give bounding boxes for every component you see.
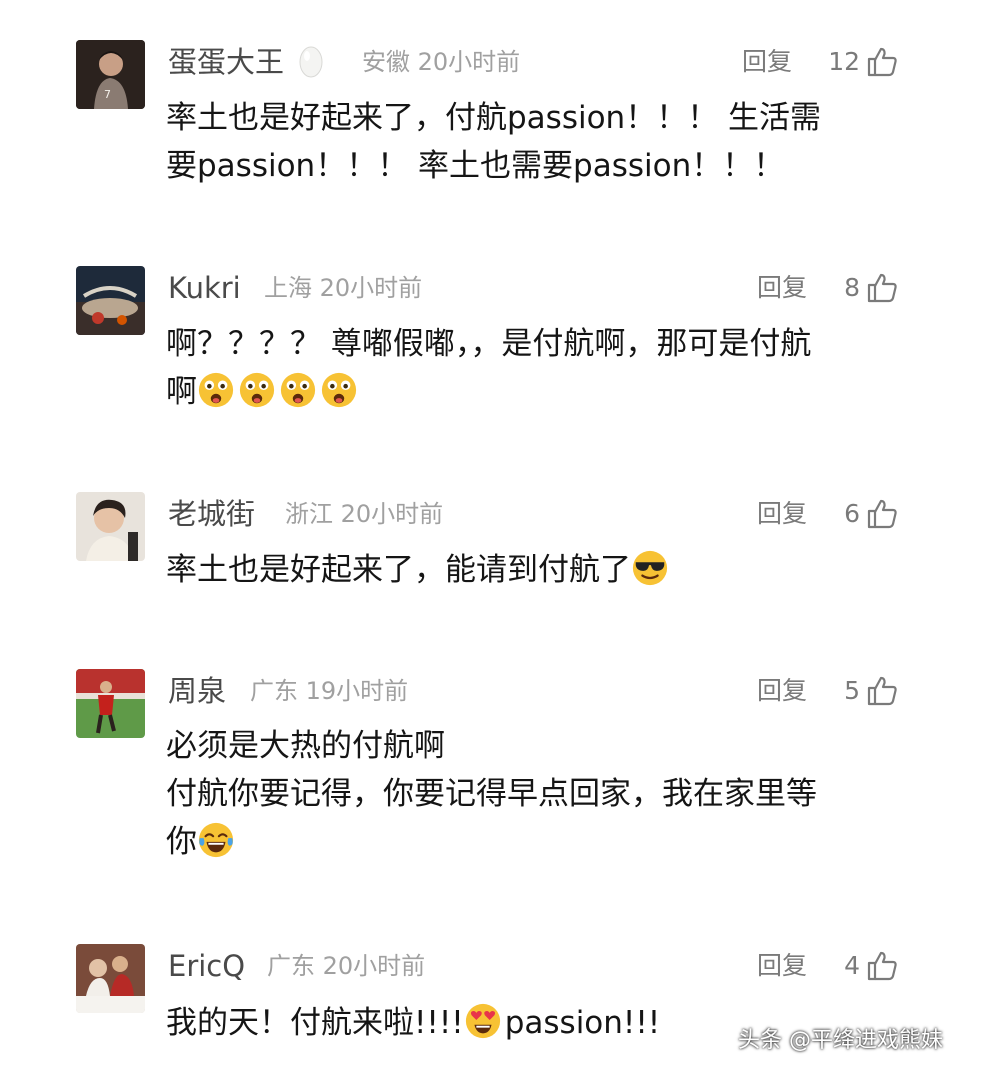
heart-eyes-emoji-icon [464,1002,502,1040]
location: 上海 [264,274,312,302]
comment-text: 率土也是好起来了，付航passion！！！ 生活需 要passion！！！ 率土… [166,100,822,184]
thumb-up-icon[interactable] [866,272,898,304]
avatar[interactable] [76,266,145,335]
avatar[interactable] [76,669,145,738]
username[interactable]: 周泉 [168,671,226,711]
avatar[interactable]: 7 [76,40,145,109]
location: 广东 [267,952,315,980]
like-count: 4 [844,951,860,980]
thumb-up-icon[interactable] [866,46,898,78]
timestamp: 20小时前 [417,48,521,76]
comment-text: 率土也是好起来了，能请到付航了 [166,546,906,594]
username[interactable]: EricQ [168,946,245,986]
thumb-up-icon[interactable] [866,950,898,982]
sunglasses-face-emoji-icon [631,549,669,587]
username[interactable]: 老城街 [168,494,255,534]
timestamp: 20小时前 [322,952,426,980]
location-time: 广东 19小时前 [250,671,408,711]
svg-text:7: 7 [104,88,111,101]
location-time: 安徽 20小时前 [362,42,520,82]
location-time: 广东 20小时前 [267,946,425,986]
like-count: 5 [844,676,860,705]
like-count: 6 [844,499,860,528]
username[interactable]: 蛋蛋大王 [168,42,323,82]
like-count: 8 [844,273,860,302]
thumb-up-icon[interactable] [866,675,898,707]
astonished-face-emoji-icon [320,371,358,409]
tears-of-joy-emoji-icon [197,821,235,859]
astonished-face-emoji-icon [238,371,276,409]
timestamp: 20小时前 [319,274,423,302]
reply-button[interactable]: 回复 [742,42,792,82]
username[interactable]: Kukri [168,268,241,308]
timestamp: 19小时前 [305,677,409,705]
comment-text: 啊？？？？ 尊嘟假嘟，，是付航啊，那可是付航 啊 [166,326,812,410]
astonished-face-emoji-icon [197,371,235,409]
location: 安徽 [362,48,410,76]
avatar[interactable] [76,944,145,1013]
comment-text: 必须是大热的付航啊 付航你要记得，你要记得早点回家，我在家里等 你 [166,728,817,860]
watermark: 头条 @平绛进戏熊妹 [738,1028,943,1053]
location-time: 上海 20小时前 [264,268,422,308]
location-time: 浙江 20小时前 [285,494,443,534]
timestamp: 20小时前 [340,500,444,528]
location: 浙江 [285,500,333,528]
astonished-face-emoji-icon [279,371,317,409]
avatar[interactable] [76,492,145,561]
egg-emoji-icon [299,46,323,78]
location: 广东 [250,677,298,705]
like-count: 12 [828,47,860,76]
thumb-up-icon[interactable] [866,498,898,530]
